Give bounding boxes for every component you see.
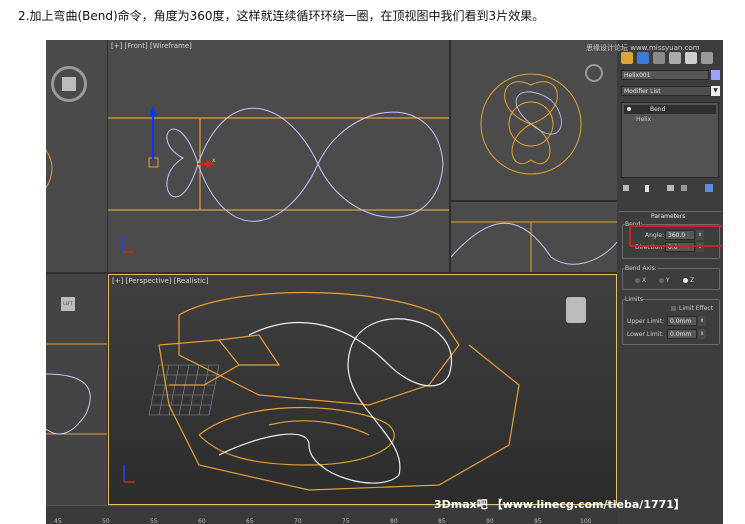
bulb-icon[interactable] [627, 107, 631, 111]
limit-effect-checkbox[interactable] [671, 306, 676, 311]
ruler-tick: 70 [294, 518, 302, 524]
axis-z-radio[interactable] [683, 278, 688, 283]
make-unique-icon[interactable] [667, 185, 674, 191]
object-name-field[interactable]: Helix001 [621, 70, 709, 80]
chevron-down-icon[interactable]: ▼ [711, 86, 720, 96]
modifier-stack: Bend Helix [621, 102, 719, 178]
limit-effect-label: Limit Effect [679, 305, 714, 312]
configure-sets-icon[interactable] [705, 184, 713, 192]
ruler-tick: 60 [198, 518, 206, 524]
left-strip-top[interactable] [46, 40, 107, 272]
ruler-tick: 65 [246, 518, 254, 524]
show-end-result-icon[interactable] [645, 185, 649, 192]
modify-tab-icon[interactable] [637, 52, 649, 64]
ruler-tick: 55 [150, 518, 158, 524]
axis-x-label: X [642, 277, 647, 284]
bend-axis-label: Bend Axis: [625, 265, 657, 272]
watermark-text: 3Dmax吧 【www.linecg.com/tieba/1771】 [434, 498, 685, 511]
lower-limit-spinner[interactable]: ⬍ [698, 329, 706, 339]
bend-axis-group: Bend Axis: X Y Z [622, 265, 720, 290]
ruler-tick: 75 [342, 518, 350, 524]
ruler-tick: 85 [438, 518, 446, 524]
motion-tab-icon[interactable] [669, 52, 681, 64]
rollout-title: Parameters [651, 213, 686, 220]
axis-x-radio[interactable] [635, 278, 640, 283]
ruler-tick: 80 [390, 518, 398, 524]
upper-limit-spinner[interactable]: ⬍ [698, 316, 706, 326]
parameters-rollout-header[interactable]: Parameters [619, 211, 721, 220]
top-watermark-text: 思缘设计论坛 www.missyuan.com [586, 44, 700, 52]
stack-item-helix[interactable]: Helix [624, 115, 716, 124]
display-tab-icon[interactable] [685, 52, 697, 64]
axis-y-radio[interactable] [659, 278, 664, 283]
ruler-tick: 50 [102, 518, 110, 524]
left-strip-bottom[interactable]: LEFT [46, 274, 107, 505]
front-viewport[interactable]: [+] [Front] [Wireframe] x [108, 40, 449, 272]
ruler-tick: 90 [486, 518, 494, 524]
caption-text: 2.加上弯曲(Bend)命令，角度为360度，这样就连续循环环绕一圈，在顶视图中… [18, 9, 545, 23]
axis-z-label: Z [690, 277, 695, 284]
object-color-swatch[interactable] [711, 70, 720, 80]
stack-item-bend-label: Bend [650, 106, 666, 113]
stack-item-helix-label: Helix [636, 116, 652, 123]
top-viewport[interactable] [451, 40, 617, 200]
modifier-list-dropdown[interactable]: Modifier List [621, 86, 711, 96]
lower-limit-label: Lower Limit: [627, 331, 664, 338]
pin-stack-icon[interactable] [623, 185, 629, 191]
stack-item-bend[interactable]: Bend [624, 105, 716, 114]
axis-y-label: Y [666, 277, 670, 284]
create-tab-icon[interactable] [621, 52, 633, 64]
limits-group: Limits Limit Effect Upper Limit: 0.0mm ⬍… [622, 296, 720, 345]
angle-highlight-box [629, 225, 723, 247]
hierarchy-tab-icon[interactable] [653, 52, 665, 64]
top-viewport-lower[interactable] [451, 202, 617, 272]
command-panel: Helix001 Modifier List ▼ Bend Helix Para… [617, 40, 723, 524]
remove-modifier-icon[interactable] [681, 185, 687, 191]
utilities-tab-icon[interactable] [701, 52, 713, 64]
ruler-tick: 45 [54, 518, 62, 524]
max-window: LEFT [+] [Front] [Wireframe] x [+] [Pers… [46, 40, 723, 524]
stack-toolbar [621, 183, 719, 193]
front-axis-x-label: x [212, 157, 216, 164]
upper-limit-field[interactable]: 0.0mm [667, 316, 697, 326]
perspective-viewport[interactable]: [+] [Perspective] [Realistic] [108, 274, 617, 505]
limits-label: Limits [625, 296, 643, 303]
lower-limit-field[interactable]: 0.0mm [667, 329, 697, 339]
ruler-tick: 100 [580, 518, 592, 524]
ruler-tick: 95 [534, 518, 542, 524]
upper-limit-label: Upper Limit: [627, 318, 664, 325]
